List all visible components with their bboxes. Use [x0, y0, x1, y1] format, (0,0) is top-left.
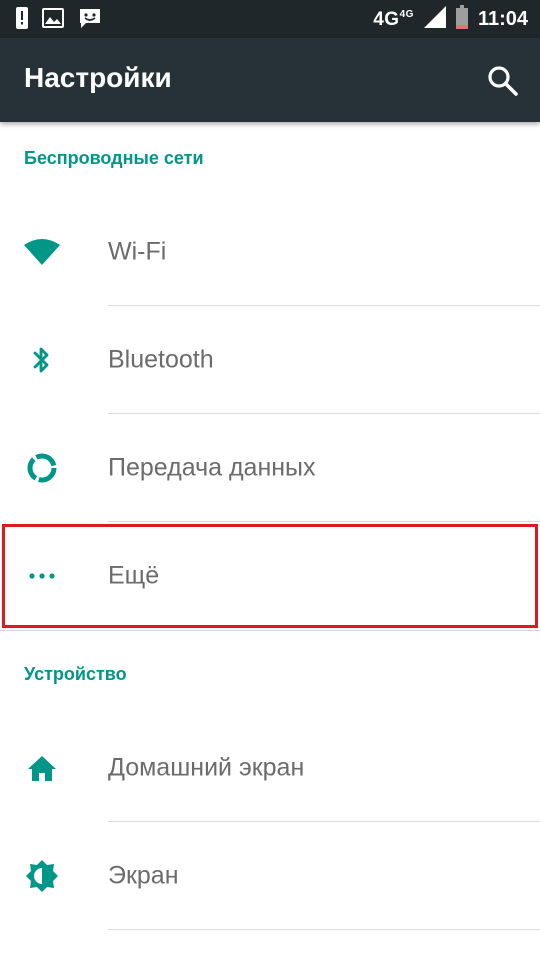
- status-system: 4G4G 11:04: [373, 5, 528, 34]
- settings-item-more[interactable]: Ещё: [0, 522, 540, 630]
- battery-icon: [455, 5, 468, 34]
- more-dots-icon: [24, 558, 60, 594]
- settings-item-label: Экран: [108, 861, 179, 890]
- wifi-icon: [24, 234, 60, 270]
- search-button[interactable]: [486, 64, 520, 98]
- bluetooth-icon: [24, 342, 60, 378]
- settings-item-display[interactable]: Экран: [0, 822, 540, 930]
- settings-item-label: Ещё: [108, 561, 160, 590]
- brightness-icon: [24, 858, 60, 894]
- settings-list: Беспроводные сети Wi-Fi Bluetooth Переда…: [0, 122, 540, 930]
- settings-item-wifi[interactable]: Wi-Fi: [0, 198, 540, 306]
- clock: 11:04: [477, 8, 528, 30]
- section-divider: [0, 630, 540, 638]
- settings-item-bluetooth[interactable]: Bluetooth: [0, 306, 540, 414]
- settings-item-data-usage[interactable]: Передача данных: [0, 414, 540, 522]
- settings-item-label: Домашний экран: [108, 753, 305, 782]
- data-usage-icon: [24, 450, 60, 486]
- settings-item-label: Bluetooth: [108, 345, 214, 374]
- page-title: Настройки: [24, 62, 172, 93]
- alert-icon: [16, 7, 28, 34]
- status-bar: 4G4G 11:04: [0, 0, 540, 38]
- app-bar: Настройки: [0, 38, 540, 122]
- section-header-device: Устройство: [24, 664, 127, 684]
- settings-item-label: Передача данных: [108, 453, 316, 482]
- message-icon: [78, 7, 102, 34]
- home-icon: [24, 750, 60, 786]
- status-notifications: [16, 7, 102, 34]
- signal-icon: [423, 6, 446, 33]
- search-icon: [486, 66, 520, 102]
- section-header-wireless: Беспроводные сети: [24, 148, 204, 168]
- divider: [108, 929, 540, 930]
- settings-item-label: Wi-Fi: [108, 237, 167, 266]
- image-icon: [42, 8, 64, 33]
- settings-item-home-screen[interactable]: Домашний экран: [0, 714, 540, 822]
- network-type: 4G4G: [373, 8, 414, 30]
